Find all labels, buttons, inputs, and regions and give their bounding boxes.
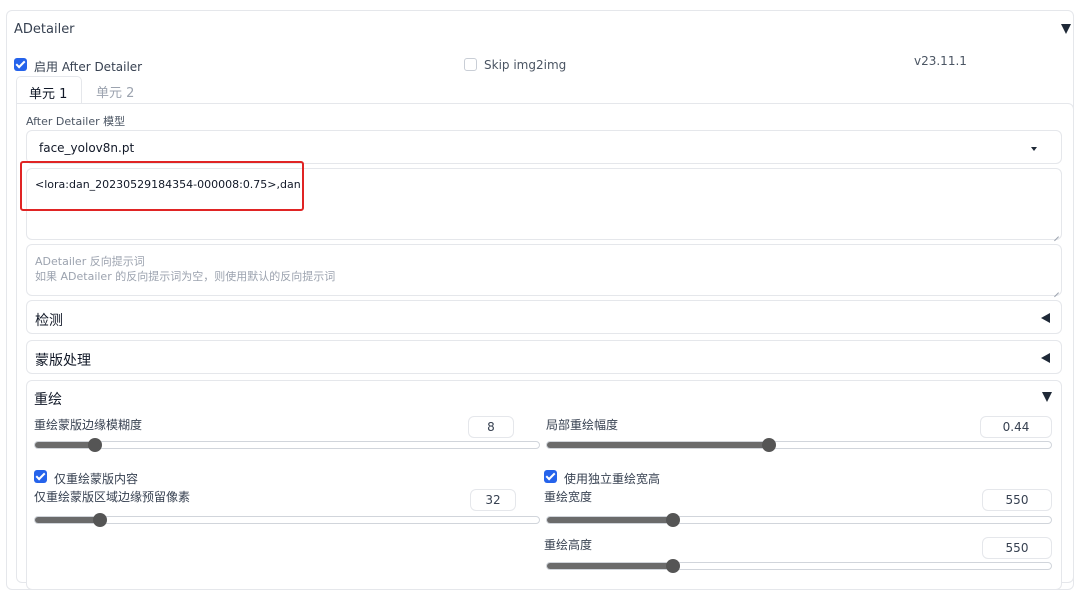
negative-prompt-placeholder-line1: ADetailer 反向提示词 xyxy=(35,255,145,268)
denoise-label: 局部重绘幅度 xyxy=(546,418,619,432)
accordion-mask-label: 蒙版处理 xyxy=(35,353,91,369)
inpaint-width-slider[interactable] xyxy=(546,516,1052,524)
padding-input[interactable]: 32 xyxy=(470,489,516,511)
expand-triangle-icon xyxy=(1041,313,1050,323)
accordion-detect-label: 检测 xyxy=(35,313,63,329)
inpaint-height-fill xyxy=(547,563,673,569)
tab-unit-1-label: 单元 1 xyxy=(29,87,68,102)
padding-thumb[interactable] xyxy=(92,513,107,527)
only-masked-label: 仅重绘蒙版内容 xyxy=(54,472,139,486)
accordion-mask[interactable]: 蒙版处理 xyxy=(26,340,1062,374)
mask-blur-thumb[interactable] xyxy=(87,438,102,452)
inpaint-height-slider[interactable] xyxy=(546,562,1052,570)
skip-img2img-checkbox[interactable] xyxy=(464,58,477,71)
model-dropdown[interactable]: face_yolov8n.pt xyxy=(26,130,1062,164)
tab-unit-2-label: 单元 2 xyxy=(96,86,135,101)
inpaint-width-label: 重绘宽度 xyxy=(544,490,593,504)
mask-blur-input[interactable]: 8 xyxy=(468,416,514,438)
inpaint-height-label: 重绘高度 xyxy=(544,538,593,552)
padding-fill xyxy=(35,517,101,523)
tab-unit-2[interactable]: 单元 2 xyxy=(86,76,146,102)
version-label: v23.11.1 xyxy=(914,54,967,68)
enable-label: 启用 After Detailer xyxy=(34,60,143,74)
expand-triangle-icon xyxy=(1041,353,1050,363)
inpaint-width-thumb[interactable] xyxy=(665,513,680,527)
panel-title: ADetailer xyxy=(14,22,75,37)
model-label: After Detailer 模型 xyxy=(26,115,126,128)
denoise-fill xyxy=(547,442,769,448)
padding-label: 仅重绘蒙版区域边缘预留像素 xyxy=(34,490,191,504)
inpaint-height-input[interactable]: 550 xyxy=(982,537,1052,559)
prompt-text: <lora:dan_20230529184354-000008:0.75>,da… xyxy=(35,178,301,191)
collapse-triangle-icon[interactable] xyxy=(1042,392,1052,402)
denoise-thumb[interactable] xyxy=(761,438,776,452)
padding-slider[interactable] xyxy=(34,516,540,524)
use-separate-wh-label: 使用独立重绘宽高 xyxy=(564,472,661,486)
mask-blur-slider[interactable] xyxy=(34,441,540,449)
denoise-input[interactable]: 0.44 xyxy=(980,416,1052,438)
inpaint-height-thumb[interactable] xyxy=(665,559,680,573)
inpaint-width-fill xyxy=(547,517,673,523)
tab-unit-1[interactable]: 单元 1 xyxy=(16,76,82,104)
accordion-detect[interactable]: 检测 xyxy=(26,300,1062,334)
mask-blur-fill xyxy=(35,442,96,448)
accordion-inpaint-label[interactable]: 重绘 xyxy=(34,389,62,409)
only-masked-checkbox[interactable] xyxy=(34,470,47,483)
skip-img2img-label: Skip img2img xyxy=(484,58,567,72)
inpaint-width-input[interactable]: 550 xyxy=(982,489,1052,511)
model-value: face_yolov8n.pt xyxy=(39,141,135,155)
denoise-slider[interactable] xyxy=(546,441,1052,449)
use-separate-wh-checkbox[interactable] xyxy=(544,470,557,483)
resize-handle-icon[interactable] xyxy=(1053,231,1059,237)
mask-blur-label: 重绘蒙版边缘模糊度 xyxy=(34,418,143,432)
negative-prompt-placeholder-line2: 如果 ADetailer 的反向提示词为空，则使用默认的反向提示词 xyxy=(35,270,336,283)
accordion-inpaint xyxy=(26,380,1062,590)
enable-checkbox[interactable] xyxy=(14,58,27,71)
collapse-triangle-icon[interactable] xyxy=(1061,24,1071,34)
chevron-down-icon xyxy=(1031,147,1037,151)
resize-handle-icon[interactable] xyxy=(1053,287,1059,293)
